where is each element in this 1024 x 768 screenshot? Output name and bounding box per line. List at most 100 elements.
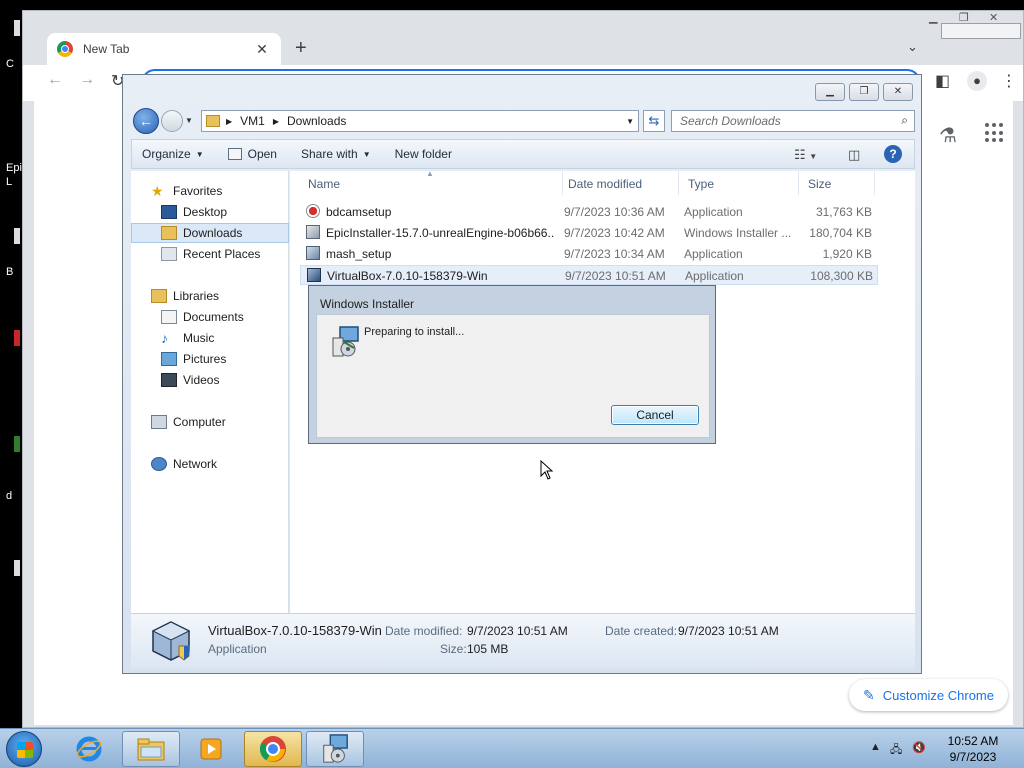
restore-icon[interactable]: ❐ bbox=[849, 83, 879, 101]
nav-label: Network bbox=[173, 457, 218, 471]
nav-network[interactable]: Network bbox=[131, 454, 289, 474]
desktop-icon[interactable] bbox=[14, 560, 20, 576]
nav-downloads[interactable]: Downloads bbox=[131, 223, 289, 243]
nav-label: Videos bbox=[183, 373, 220, 387]
table-row[interactable]: VirtualBox-7.0.10-158379-Win 9/7/2023 10… bbox=[300, 265, 878, 285]
refresh-icon[interactable]: ⇆ bbox=[643, 110, 665, 132]
table-row[interactable]: EpicInstaller-15.7.0-unrealEngine-b06b66… bbox=[300, 223, 878, 243]
close-tab-icon[interactable]: ✕ bbox=[253, 41, 271, 58]
open-icon bbox=[227, 148, 242, 160]
desktop-icon[interactable] bbox=[14, 20, 20, 36]
nav-computer[interactable]: Computer bbox=[131, 412, 289, 432]
customize-chrome-button[interactable]: ✎ Customize Chrome bbox=[849, 679, 1008, 711]
tab-search-chevron-icon[interactable]: ⌄ bbox=[907, 39, 918, 55]
menu-kebab-icon[interactable]: ⋮ bbox=[1001, 71, 1017, 91]
details-date-modified: 9/7/2023 10:51 AM bbox=[467, 624, 568, 638]
forward-arrow-icon[interactable] bbox=[161, 110, 183, 132]
show-hidden-icons-chevron-icon[interactable]: ▲ bbox=[870, 741, 881, 753]
nav-libraries[interactable]: Libraries bbox=[131, 286, 289, 306]
internet-explorer-button[interactable] bbox=[60, 731, 118, 767]
preview-pane-icon[interactable]: ◫ bbox=[848, 147, 860, 163]
desktop-icon[interactable] bbox=[14, 330, 20, 346]
back-arrow-icon[interactable]: ← bbox=[133, 108, 159, 134]
nav-music[interactable]: ♪ Music bbox=[131, 328, 289, 348]
windows-installer-dialog: Windows Installer Preparing to install..… bbox=[308, 285, 716, 444]
details-size-label: Size: bbox=[440, 642, 467, 656]
desktop-icon-label: B bbox=[6, 266, 14, 278]
close-icon[interactable]: ✕ bbox=[883, 83, 913, 101]
nav-videos[interactable]: Videos bbox=[131, 370, 289, 390]
file-explorer-button[interactable] bbox=[122, 731, 180, 767]
nav-recent-places[interactable]: Recent Places bbox=[131, 244, 289, 264]
nav-label: Downloads bbox=[183, 226, 243, 240]
minimize-icon[interactable]: ▁ bbox=[815, 83, 845, 101]
column-header-type[interactable]: Type bbox=[679, 171, 799, 195]
organize-button[interactable]: Organize ▼ bbox=[142, 147, 204, 161]
back-arrow-icon[interactable]: ← bbox=[47, 71, 63, 89]
nav-documents[interactable]: Documents bbox=[131, 307, 289, 327]
address-dropdown-icon[interactable]: ▼ bbox=[626, 117, 634, 126]
desktop-icon[interactable] bbox=[14, 436, 20, 452]
desktop-icon-label: Epi bbox=[6, 162, 22, 174]
file-type: Windows Installer ... bbox=[684, 226, 792, 240]
details-file-kind: Application bbox=[208, 642, 267, 656]
column-header-date-modified[interactable]: Date modified bbox=[559, 171, 679, 195]
open-label: Open bbox=[247, 147, 277, 161]
start-button[interactable] bbox=[6, 731, 42, 767]
breadcrumb-vm1[interactable]: VM1 bbox=[240, 114, 265, 128]
new-folder-button[interactable]: New folder bbox=[395, 147, 452, 161]
tab-new-tab[interactable]: New Tab ✕ bbox=[47, 33, 281, 65]
breadcrumb-downloads[interactable]: Downloads bbox=[287, 114, 346, 128]
media-player-button[interactable] bbox=[182, 731, 240, 767]
chrome-icon bbox=[259, 736, 286, 762]
nav-label: Documents bbox=[183, 310, 244, 324]
search-input[interactable]: Search Downloads ⌕ bbox=[671, 110, 915, 132]
breadcrumb-separator-icon[interactable]: ▶ bbox=[273, 117, 279, 126]
dialog-message: Preparing to install... bbox=[364, 326, 465, 338]
nav-pictures[interactable]: Pictures bbox=[131, 349, 289, 369]
system-clock[interactable]: 10:52 AM 9/7/2023 bbox=[930, 733, 1016, 765]
documents-icon bbox=[161, 310, 177, 324]
column-header-size[interactable]: Size bbox=[799, 171, 875, 195]
breadcrumb-separator-icon[interactable]: ▶ bbox=[226, 117, 232, 126]
help-icon[interactable]: ? bbox=[884, 145, 902, 163]
nav-favorites[interactable]: ★ Favorites bbox=[131, 181, 289, 201]
table-row[interactable]: mash_setup 9/7/2023 10:34 AM Application… bbox=[300, 244, 878, 264]
file-type: Application bbox=[684, 247, 743, 261]
change-view-icon[interactable]: ☷ ▼ bbox=[794, 147, 817, 163]
breadcrumb[interactable]: ▶ VM1 ▶ Downloads ▼ bbox=[201, 110, 639, 132]
setup-icon bbox=[306, 246, 320, 260]
network-tray-icon[interactable]: 🖧 bbox=[890, 741, 902, 760]
address-row: ← ▼ ▶ VM1 ▶ Downloads ▼ ⇆ Search Downloa… bbox=[131, 107, 915, 135]
windows-installer-icon bbox=[323, 734, 348, 763]
open-button[interactable]: Open bbox=[227, 147, 277, 161]
desktop-icon-label: d bbox=[6, 490, 13, 502]
profile-avatar-icon[interactable]: ● bbox=[967, 71, 987, 91]
new-tab-button[interactable]: + bbox=[295, 37, 307, 60]
cancel-button[interactable]: Cancel bbox=[611, 405, 699, 425]
file-type: Application bbox=[684, 205, 743, 219]
share-with-button[interactable]: Share with ▼ bbox=[301, 147, 371, 161]
taskbar: ▲ 🖧 🔇 10:52 AM 9/7/2023 bbox=[0, 728, 1024, 768]
chrome-button[interactable] bbox=[244, 731, 302, 767]
search-icon[interactable]: ⌕ bbox=[901, 113, 908, 128]
vm-window-controls[interactable] bbox=[941, 23, 1021, 39]
google-apps-grid-icon[interactable] bbox=[985, 123, 1005, 143]
forward-arrow-icon[interactable]: → bbox=[79, 71, 95, 89]
desktop-icon[interactable] bbox=[14, 228, 20, 244]
side-panel-icon[interactable]: ◧ bbox=[935, 71, 950, 91]
table-row[interactable]: bdcamsetup 9/7/2023 10:36 AM Application… bbox=[300, 202, 878, 222]
nav-label: Libraries bbox=[173, 289, 220, 303]
file-size: 31,763 KB bbox=[815, 205, 872, 219]
file-size: 108,300 KB bbox=[810, 269, 873, 283]
recent-pages-chevron-icon[interactable]: ▼ bbox=[185, 116, 193, 125]
minimize-icon[interactable]: ▁ bbox=[929, 11, 937, 24]
nav-desktop[interactable]: Desktop bbox=[131, 202, 289, 222]
chrome-labs-flask-icon[interactable]: ⚗ bbox=[939, 123, 957, 148]
customize-chrome-label: Customize Chrome bbox=[882, 687, 994, 703]
windows-installer-taskbar-button[interactable] bbox=[306, 731, 364, 767]
virtualbox-icon bbox=[307, 268, 321, 282]
clock-date: 9/7/2023 bbox=[949, 750, 997, 764]
desktop-icon bbox=[161, 205, 177, 219]
volume-muted-icon[interactable]: 🔇 bbox=[912, 741, 926, 754]
